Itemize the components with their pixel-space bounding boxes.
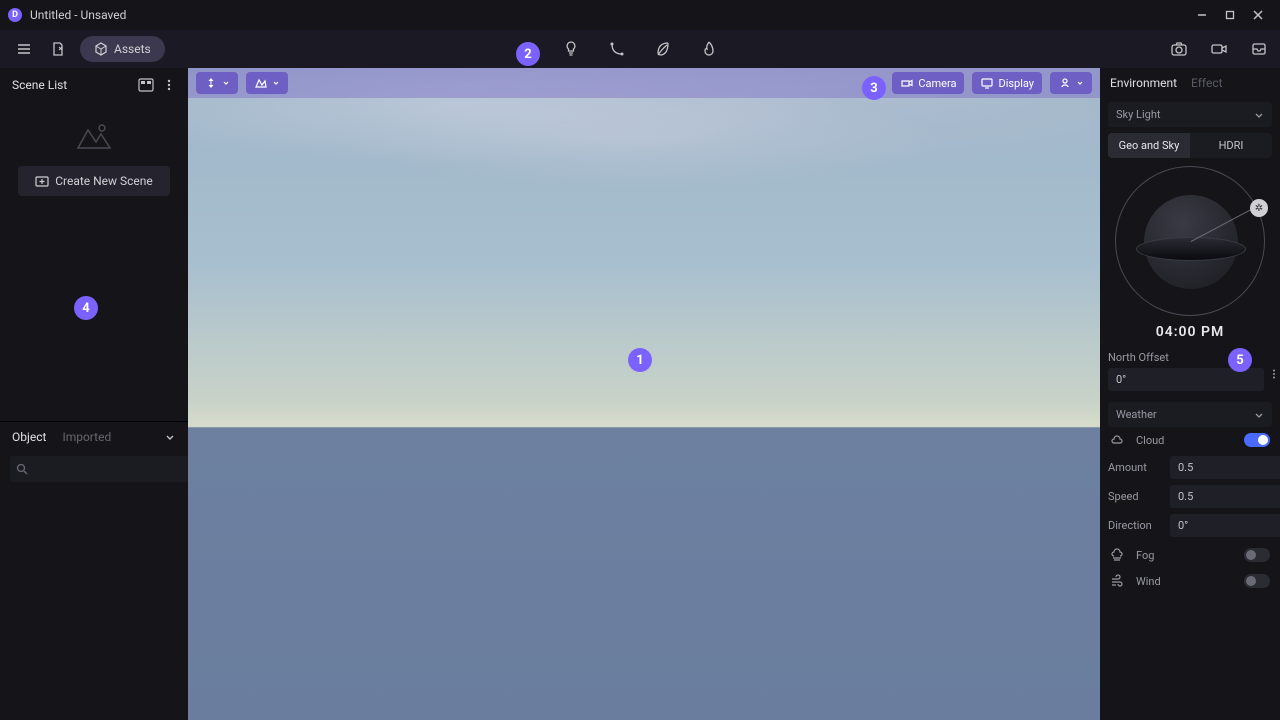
create-scene-button[interactable]: Create New Scene (18, 166, 170, 196)
north-offset-more-button[interactable] (1268, 368, 1280, 391)
right-panel: Environment Effect Sky Light Geo and Sky… (1100, 68, 1280, 720)
direction-label: Direction (1108, 519, 1164, 532)
imported-tab[interactable]: Imported (62, 430, 111, 444)
annotation-badge-4: 4 (74, 296, 98, 320)
viewport-extra-button[interactable] (1050, 72, 1092, 94)
inbox-button[interactable] (1250, 40, 1268, 58)
wind-label: Wind (1136, 575, 1238, 588)
sun-handle[interactable]: ✲ (1250, 199, 1268, 217)
create-scene-label: Create New Scene (55, 174, 153, 188)
scene-list-title: Scene List (12, 78, 130, 92)
assets-button[interactable]: Assets (80, 36, 165, 62)
scene-grid-button[interactable] (138, 78, 154, 92)
object-collapse-button[interactable] (164, 431, 176, 443)
viewport-shading-button[interactable] (246, 72, 288, 94)
camera-label: Camera (918, 77, 956, 90)
fog-icon (1110, 548, 1124, 562)
assets-icon (94, 42, 108, 56)
app-logo: D (8, 8, 22, 22)
left-panel: Scene List Create New Scene Object Impor… (0, 68, 188, 720)
file-button[interactable] (46, 37, 70, 61)
search-icon (16, 463, 28, 475)
fog-label: Fog (1136, 549, 1238, 562)
speed-input[interactable] (1170, 485, 1280, 508)
object-search-input[interactable] (10, 456, 196, 482)
sky-light-title: Sky Light (1116, 108, 1254, 121)
maximize-button[interactable] (1216, 1, 1244, 29)
hdri-segment[interactable]: HDRI (1190, 133, 1272, 158)
geo-sky-segment[interactable]: Geo and Sky (1108, 133, 1190, 158)
annotation-badge-3: 3 (862, 76, 886, 100)
path-tool[interactable] (608, 40, 626, 58)
fog-toggle[interactable] (1244, 548, 1270, 562)
chevron-down-icon (1254, 110, 1264, 120)
object-tab[interactable]: Object (12, 430, 46, 444)
annotation-badge-2: 2 (516, 42, 540, 66)
effect-tab[interactable]: Effect (1191, 76, 1223, 90)
weather-title: Weather (1116, 408, 1254, 421)
minimize-button[interactable] (1188, 1, 1216, 29)
annotation-badge-5: 5 (1228, 348, 1252, 372)
scene-placeholder-icon (0, 120, 188, 152)
amount-input[interactable] (1170, 456, 1280, 479)
viewport-toolbar: Camera Display (188, 68, 1100, 98)
sun-position-widget[interactable]: ✲ (1115, 166, 1265, 316)
wind-toggle[interactable] (1244, 574, 1270, 588)
wind-icon (1110, 574, 1124, 588)
environment-tab[interactable]: Environment (1110, 76, 1177, 90)
speed-label: Speed (1108, 490, 1164, 503)
weather-section-header[interactable]: Weather (1108, 402, 1272, 427)
cloud-toggle[interactable] (1244, 433, 1270, 447)
sky-mode-segment: Geo and Sky HDRI (1108, 133, 1272, 158)
time-display: 04:00 PM (1108, 324, 1272, 340)
display-label: Display (998, 77, 1034, 90)
light-tool[interactable] (562, 40, 580, 58)
chevron-down-icon (1254, 410, 1264, 420)
sky-clouds (188, 68, 1100, 427)
assets-label: Assets (114, 42, 151, 56)
titlebar: D Untitled - Unsaved (0, 0, 1280, 30)
create-scene-icon (35, 174, 49, 188)
menu-button[interactable] (12, 37, 36, 61)
toolbar: Assets (0, 30, 1280, 68)
camera-button[interactable]: Camera (892, 72, 964, 94)
camera-capture-button[interactable] (1170, 40, 1188, 58)
cloud-label: Cloud (1136, 434, 1238, 447)
scene-more-button[interactable] (162, 78, 176, 92)
sky-light-section-header[interactable]: Sky Light (1108, 102, 1272, 127)
fire-tool[interactable] (700, 40, 718, 58)
leaf-tool[interactable] (654, 40, 672, 58)
direction-input[interactable] (1170, 514, 1280, 537)
document-title: Untitled - Unsaved (30, 8, 126, 22)
annotation-badge-1: 1 (628, 348, 652, 372)
video-button[interactable] (1210, 40, 1228, 58)
close-button[interactable] (1244, 1, 1272, 29)
viewport-transform-button[interactable] (196, 72, 238, 94)
cloud-icon (1110, 433, 1124, 447)
display-button[interactable]: Display (972, 72, 1042, 94)
viewport[interactable]: Camera Display (188, 68, 1100, 720)
amount-label: Amount (1108, 461, 1164, 474)
